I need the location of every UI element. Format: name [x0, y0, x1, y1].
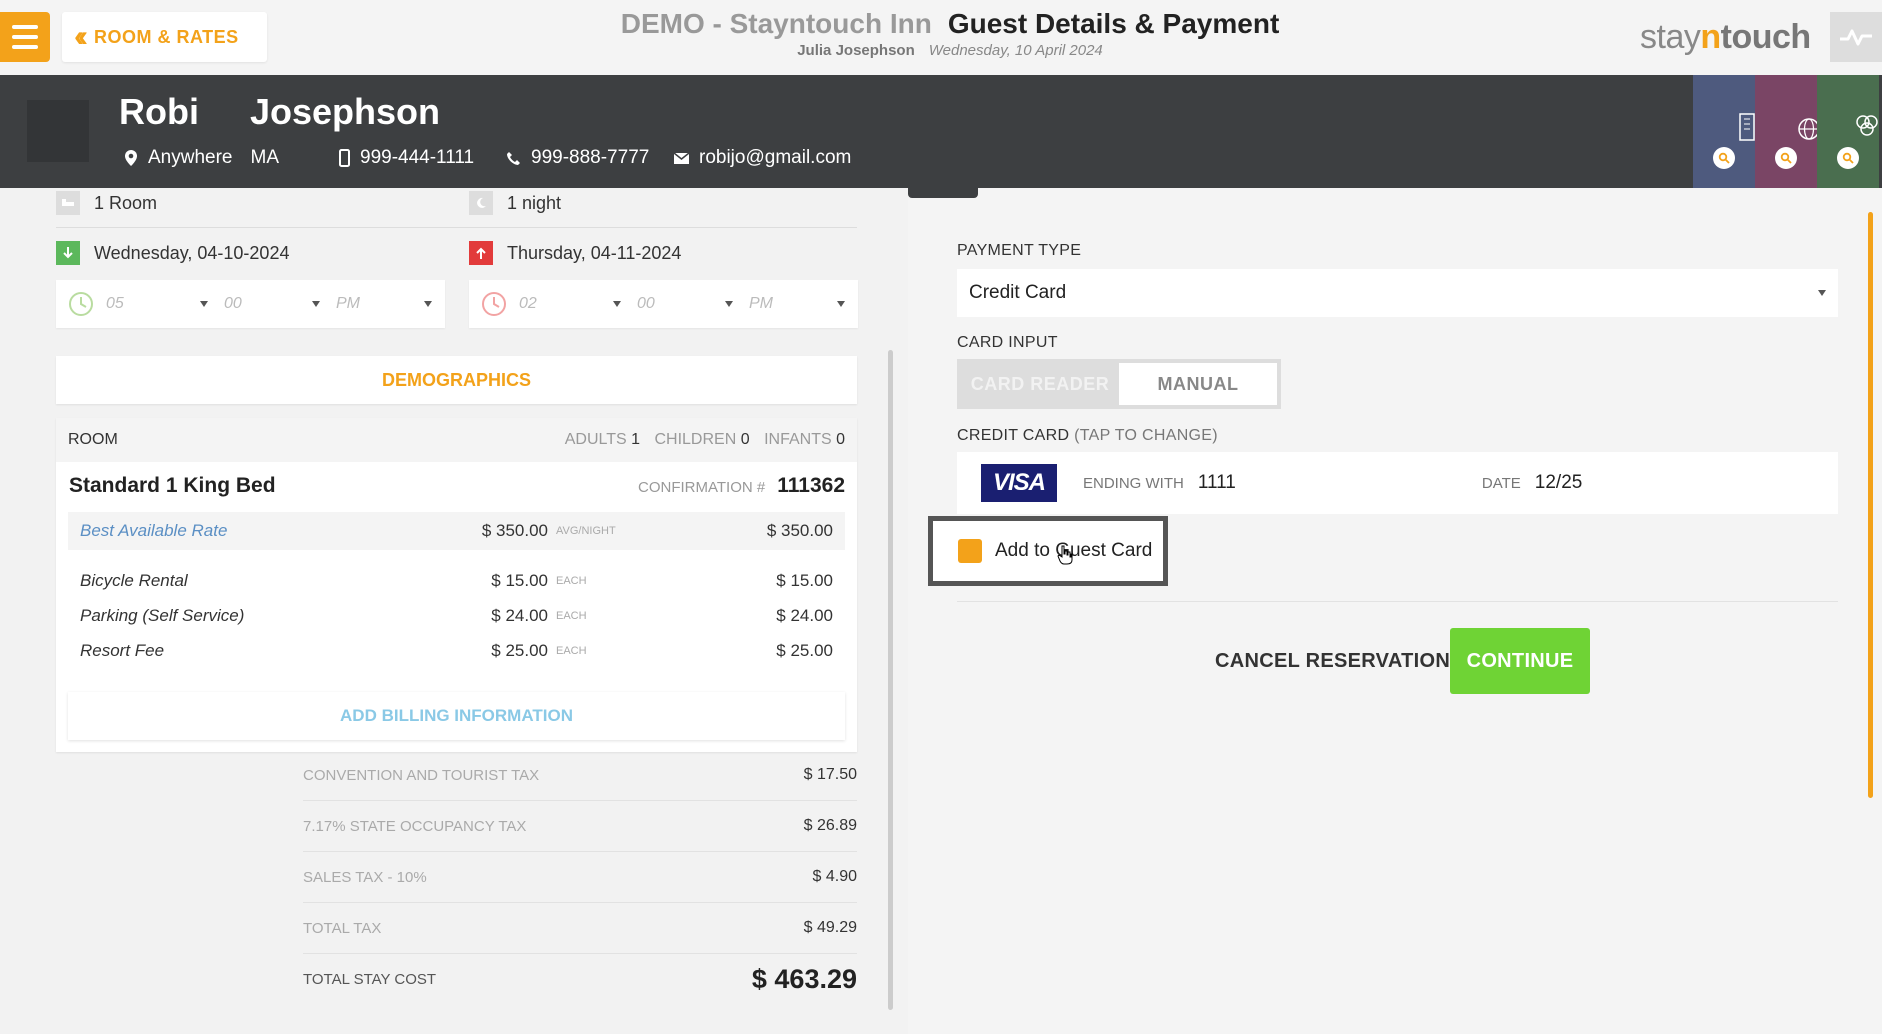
hamburger-icon [12, 25, 38, 29]
manual-option[interactable]: MANUAL [1119, 363, 1277, 405]
stayntouch-logo: stayntouch [1640, 18, 1811, 56]
double-chevron-left-icon: ‹‹ [74, 20, 88, 53]
chevron-down-icon [1818, 290, 1826, 296]
clock-icon [482, 292, 506, 316]
room-type: Standard 1 King Bed [69, 474, 276, 497]
guest-city: Anywhere [148, 147, 233, 168]
card-reader-option[interactable]: CARD READER [961, 363, 1119, 405]
add-billing-information-button[interactable]: ADD BILLING INFORMATION [68, 692, 845, 740]
departure-minute-select[interactable]: 00 [631, 295, 743, 313]
night-count: 1 night [469, 191, 561, 215]
guest-email: robijo@gmail.com [674, 147, 851, 169]
envelope-icon [674, 152, 689, 164]
search-icon [1837, 147, 1859, 169]
room-header-label: ROOM [68, 431, 118, 448]
cancel-reservation-button[interactable]: CANCEL RESERVATION [1215, 628, 1450, 694]
card-ending: 1111 [1197, 472, 1236, 493]
arrival-date[interactable]: Wednesday, 04-10-2024 [56, 241, 289, 265]
payment-panel: PAYMENT TYPE Credit Card CARD INPUT CARD… [908, 188, 1882, 1034]
payment-type-select[interactable]: Credit Card [957, 269, 1838, 317]
add-to-guest-card-checkbox[interactable]: Add to Guest Card [928, 516, 1168, 586]
visa-logo: VISA [981, 464, 1057, 502]
confirmation-number: CONFIRMATION #111362 [638, 474, 845, 497]
back-button-label: ROOM & RATES [93, 26, 239, 47]
group-card-tab[interactable] [1817, 75, 1879, 188]
guest-location: Anywhere MA [124, 147, 279, 169]
departure-time-picker: 02 00 PM [469, 280, 858, 328]
room-count: 1 Room [56, 191, 157, 215]
demographics-button[interactable]: DEMOGRAPHICS [56, 356, 857, 404]
total-tax-row: TOTAL TAX $ 49.29 [303, 903, 857, 954]
departure-ampm-select[interactable]: PM [743, 295, 855, 313]
tax-row: SALES TAX - 10% $ 4.90 [303, 852, 857, 903]
bed-icon [56, 191, 80, 215]
room-card: ROOM ADULTS 1 CHILDREN 0 INFANTS 0 Stand… [56, 418, 857, 752]
arrival-arrow-icon [56, 241, 80, 265]
rate-name: Best Available Rate [80, 521, 228, 540]
company-card-tab[interactable] [1693, 75, 1755, 188]
rate-row[interactable]: Best Available Rate $ 350.00 AVG/NIGHT $… [68, 512, 845, 550]
activity-pulse-icon [1840, 29, 1872, 46]
continue-button[interactable]: CONTINUE [1450, 628, 1590, 694]
guest-avatar[interactable] [27, 100, 89, 162]
clock-icon [69, 292, 93, 316]
guest-phone: 999-888-7777 [506, 147, 649, 169]
activity-log-button[interactable] [1830, 12, 1882, 62]
departure-date[interactable]: Thursday, 04-11-2024 [469, 241, 681, 265]
mobile-phone-icon [339, 149, 350, 167]
guest-state: MA [250, 147, 280, 168]
search-icon [1713, 147, 1735, 169]
top-bar: ‹‹ ROOM & RATES DEMO - Stayntouch Inn Gue… [0, 0, 1882, 75]
page-heading: DEMO - Stayntouch Inn Guest Details & Pay… [600, 8, 1300, 59]
page-title: Guest Details & Payment [947, 8, 1280, 39]
guest-first-name[interactable]: Robi [119, 91, 199, 133]
tax-row: 7.17% STATE OCCUPANCY TAX $ 26.89 [303, 801, 857, 852]
group-icon [1856, 115, 1878, 136]
reservation-summary-panel: 1 Room 1 night Wednesday, 04-10-2024 Thu… [0, 188, 906, 1034]
hotel-name: DEMO - Stayntouch Inn [620, 8, 932, 39]
search-icon [1775, 147, 1797, 169]
credit-card-label: CREDIT CARD (TAP TO CHANGE) [957, 427, 1218, 444]
arrival-minute-select[interactable]: 00 [218, 295, 330, 313]
addon-row: Bicycle Rental $ 15.00 EACH $ 15.00 [80, 571, 833, 590]
room-card-header: ROOM ADULTS 1 CHILDREN 0 INFANTS 0 [56, 418, 857, 462]
building-icon [1739, 113, 1755, 141]
back-to-room-rates-button[interactable]: ‹‹ ROOM & RATES [62, 12, 267, 62]
total-stay-cost-row: TOTAL STAY COST $ 463.29 [303, 964, 857, 994]
card-input-toggle: CARD READER MANUAL [957, 359, 1281, 409]
arrival-hour-select[interactable]: 05 [106, 295, 218, 313]
payment-type-label: PAYMENT TYPE [957, 242, 1082, 259]
addon-row: Parking (Self Service) $ 24.00 EACH $ 24… [80, 606, 833, 625]
checkbox-icon [958, 539, 982, 563]
guest-header: Robi Josephson Anywhere MA 999-444-1111 … [0, 75, 1882, 188]
card-input-label: CARD INPUT [957, 334, 1058, 351]
panel-handle[interactable] [908, 188, 978, 198]
moon-icon [469, 191, 493, 215]
card-expiry: 12/25 [1534, 472, 1583, 493]
guest-mobile: 999-444-1111 [339, 147, 474, 169]
arrival-ampm-select[interactable]: PM [330, 295, 442, 313]
user-name: Julia Josephson [797, 42, 915, 59]
arrival-time-picker: 05 00 PM [56, 280, 445, 328]
left-scrollbar[interactable] [888, 350, 893, 1010]
travel-agent-card-tab[interactable] [1755, 75, 1820, 188]
credit-card-selector[interactable]: VISA ENDING WITH 1111 DATE 12/25 [957, 452, 1838, 514]
right-scrollbar[interactable] [1868, 212, 1873, 798]
phone-icon [507, 151, 520, 165]
departure-arrow-icon [469, 241, 493, 265]
addon-row: Resort Fee $ 25.00 EACH $ 25.00 [80, 641, 833, 660]
departure-hour-select[interactable]: 02 [519, 295, 631, 313]
location-pin-icon [125, 150, 137, 166]
hand-cursor-icon [1057, 545, 1073, 565]
occupancy-summary: ADULTS 1 CHILDREN 0 INFANTS 0 [564, 431, 845, 448]
business-date: Wednesday, 10 April 2024 [928, 42, 1103, 59]
tax-row: CONVENTION AND TOURIST TAX $ 17.50 [303, 750, 857, 801]
hamburger-menu-button[interactable] [0, 12, 50, 62]
guest-last-name[interactable]: Josephson [250, 91, 440, 133]
